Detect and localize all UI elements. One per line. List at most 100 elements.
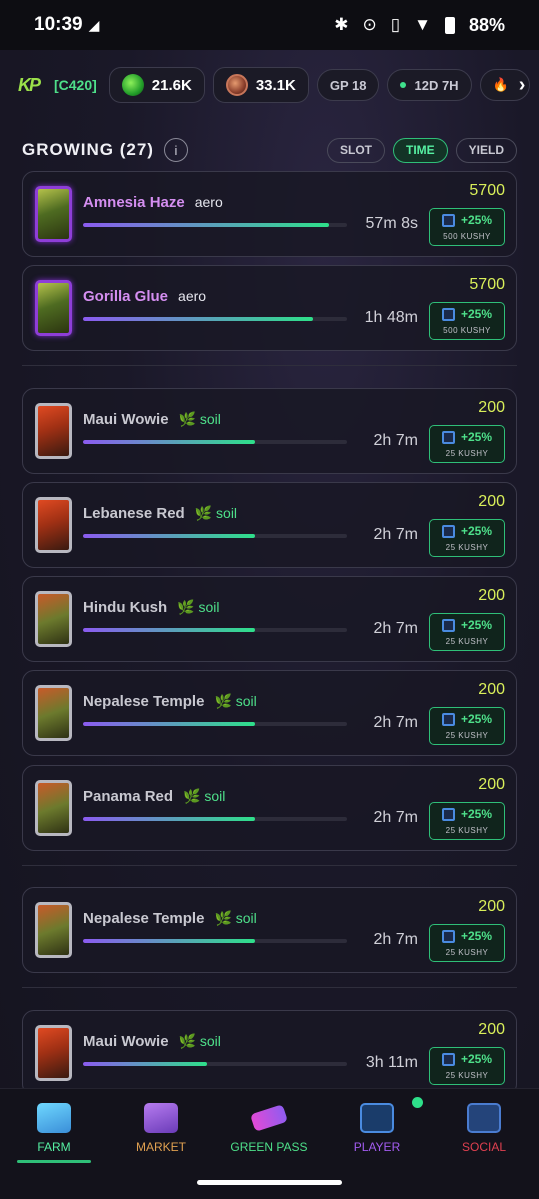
plant-card[interactable]: Amnesia Haze aero 57m 8s 5700 +25% 500 KU… bbox=[22, 171, 517, 257]
kushy-icon bbox=[442, 713, 455, 726]
home-indicator[interactable] bbox=[197, 1180, 342, 1185]
plant-thumbnail bbox=[35, 186, 72, 242]
nav-player-label: PLAYER bbox=[353, 1140, 401, 1154]
yield-value: 200 bbox=[478, 587, 505, 604]
plant-name-text: Panama Red bbox=[83, 788, 174, 805]
bluetooth-icon: ✱ bbox=[334, 15, 349, 34]
boost-button[interactable]: +25% 25 KUSHY bbox=[429, 924, 505, 962]
boost-cost: 25 KUSHY bbox=[445, 543, 489, 552]
sort-tab-time[interactable]: TIME bbox=[392, 137, 448, 163]
growth-progress-bar bbox=[83, 817, 347, 821]
kushy-icon bbox=[442, 214, 455, 227]
plant-thumbnail bbox=[35, 685, 72, 741]
location-icon: ⊙ bbox=[362, 15, 377, 34]
growth-progress-bar bbox=[83, 534, 347, 538]
boost-button[interactable]: +25% 25 KUSHY bbox=[429, 425, 505, 463]
section-title: GROWING (27) bbox=[22, 140, 154, 159]
gp-pill[interactable]: GP 18 bbox=[316, 69, 380, 101]
growth-progress-bar bbox=[83, 722, 347, 726]
plant-card[interactable]: Maui Wowie 🌿 soil 3h 11m 200 +25% 25 KUSH… bbox=[22, 1010, 517, 1096]
timer-pill[interactable]: 12D 7H bbox=[387, 69, 472, 101]
boost-button[interactable]: +25% 25 KUSHY bbox=[429, 707, 505, 745]
kushy-icon bbox=[442, 808, 455, 821]
plant-medium: 🌿 soil bbox=[214, 910, 257, 926]
boost-cost: 25 KUSHY bbox=[445, 1071, 489, 1080]
boost-cost: 25 KUSHY bbox=[445, 948, 489, 957]
boost-percent: +25% bbox=[461, 929, 493, 943]
plant-card[interactable]: Nepalese Temple 🌿 soil 2h 7m 200 +25% 25 … bbox=[22, 887, 517, 973]
boost-cost: 25 KUSHY bbox=[445, 449, 489, 458]
time-remaining: 3h 11m bbox=[365, 1054, 418, 1071]
boost-button[interactable]: +25% 500 KUSHY bbox=[429, 208, 505, 246]
brown-balance: 33.1K bbox=[255, 76, 296, 94]
yield-value: 200 bbox=[478, 776, 505, 793]
yield-value: 5700 bbox=[469, 182, 505, 199]
growth-progress-bar bbox=[83, 939, 347, 943]
plant-name-text: Gorilla Glue bbox=[83, 288, 169, 305]
plant-thumbnail bbox=[35, 591, 72, 647]
boost-button[interactable]: +25% 25 KUSHY bbox=[429, 802, 505, 840]
growth-progress-fill bbox=[83, 1062, 208, 1066]
boost-button[interactable]: +25% 500 KUSHY bbox=[429, 302, 505, 340]
green-coin-icon bbox=[121, 74, 144, 96]
plant-name: Gorilla Glue aero bbox=[83, 288, 206, 305]
ticket-icon bbox=[250, 1104, 288, 1132]
social-icon bbox=[467, 1103, 501, 1133]
nav-farm[interactable]: FARM bbox=[4, 1103, 104, 1154]
plant-card[interactable]: Panama Red 🌿 soil 2h 7m 200 +25% 25 KUSHY bbox=[22, 765, 517, 851]
plant-name: Panama Red 🌿 soil bbox=[83, 788, 225, 805]
streak-pill[interactable]: 🔥 › bbox=[479, 69, 531, 101]
clan-tag[interactable]: [C420] bbox=[54, 77, 97, 93]
app-logo[interactable]: KP bbox=[18, 75, 46, 96]
boost-button[interactable]: +25% 25 KUSHY bbox=[429, 519, 505, 557]
nav-farm-label: FARM bbox=[37, 1140, 71, 1154]
plant-name: Amnesia Haze aero bbox=[83, 194, 223, 211]
plant-card[interactable]: Lebanese Red 🌿 soil 2h 7m 200 +25% 25 KUS… bbox=[22, 482, 517, 568]
plant-card[interactable]: Gorilla Glue aero 1h 48m 5700 +25% 500 KU… bbox=[22, 265, 517, 351]
nav-player[interactable]: PLAYER bbox=[327, 1103, 427, 1154]
growth-progress-bar bbox=[83, 628, 347, 632]
gp-value: GP 18 bbox=[329, 77, 367, 93]
plant-medium: 🌿 soil bbox=[183, 788, 226, 804]
plant-name-text: Maui Wowie bbox=[83, 411, 169, 428]
nav-social[interactable]: SOCIAL bbox=[434, 1103, 534, 1154]
yield-value: 5700 bbox=[469, 276, 505, 293]
boost-button[interactable]: +25% 25 KUSHY bbox=[429, 613, 505, 651]
plant-thumbnail bbox=[35, 902, 72, 958]
plant-card[interactable]: Nepalese Temple 🌿 soil 2h 7m 200 +25% 25 … bbox=[22, 670, 517, 756]
growth-progress-fill bbox=[83, 817, 255, 821]
time-remaining: 1h 48m bbox=[364, 309, 418, 326]
kushy-icon bbox=[442, 930, 455, 943]
boost-cost: 25 KUSHY bbox=[445, 731, 489, 740]
flame-icon: 🔥 bbox=[492, 77, 509, 92]
boost-percent: +25% bbox=[461, 430, 493, 444]
signal-icon: ◢ bbox=[88, 16, 100, 33]
boost-percent: +25% bbox=[461, 524, 493, 538]
boost-button[interactable]: +25% 25 KUSHY bbox=[429, 1047, 505, 1085]
status-icons: ✱ ⊙ ▯ ▼ 88% bbox=[334, 15, 505, 36]
brown-currency-pill[interactable]: 33.1K bbox=[212, 67, 309, 103]
chevron-right-icon[interactable]: › bbox=[519, 74, 526, 97]
plant-name: Nepalese Temple 🌿 soil bbox=[83, 910, 257, 927]
growing-header: GROWING (27) i SLOT TIME YIELD bbox=[22, 135, 517, 165]
group-divider bbox=[22, 865, 517, 866]
plant-name: Maui Wowie 🌿 soil bbox=[83, 411, 221, 428]
green-currency-pill[interactable]: 21.6K bbox=[108, 67, 205, 103]
boost-percent: +25% bbox=[461, 307, 493, 321]
time-remaining: 2h 7m bbox=[373, 809, 418, 826]
sort-tab-yield[interactable]: YIELD bbox=[455, 137, 517, 163]
player-icon bbox=[360, 1103, 394, 1133]
farm-icon bbox=[37, 1103, 71, 1133]
boost-percent: +25% bbox=[461, 1052, 493, 1066]
yield-value: 200 bbox=[478, 681, 505, 698]
group-divider bbox=[22, 987, 517, 988]
growth-progress-fill bbox=[83, 628, 255, 632]
vibrate-icon: ▯ bbox=[390, 15, 401, 34]
plant-card[interactable]: Maui Wowie 🌿 soil 2h 7m 200 +25% 25 KUSHY bbox=[22, 388, 517, 474]
info-icon[interactable]: i bbox=[163, 138, 188, 162]
nav-market[interactable]: MARKET bbox=[111, 1103, 211, 1154]
sort-tab-slot[interactable]: SLOT bbox=[326, 137, 385, 163]
plant-card[interactable]: Hindu Kush 🌿 soil 2h 7m 200 +25% 25 KUSHY bbox=[22, 576, 517, 662]
plant-medium: 🌿 soil bbox=[178, 1033, 221, 1049]
nav-green-pass[interactable]: GREEN PASS bbox=[219, 1103, 319, 1154]
